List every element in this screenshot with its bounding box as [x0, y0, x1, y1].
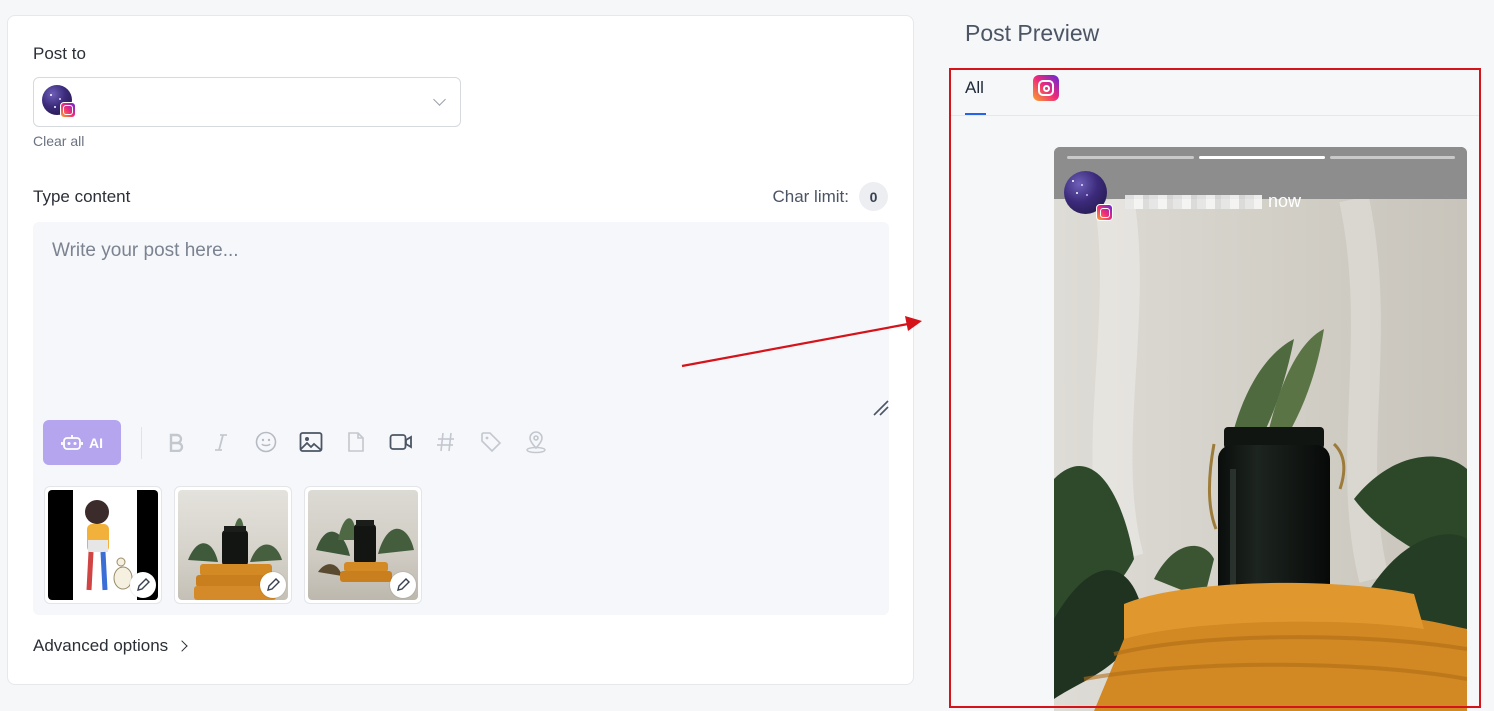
story-preview: now	[1054, 147, 1467, 711]
tab-instagram[interactable]	[1033, 75, 1059, 101]
post-to-label: Post to	[33, 44, 86, 63]
story-account-name: now	[1125, 191, 1301, 212]
instagram-badge-icon	[60, 102, 76, 118]
media-thumbnail[interactable]	[174, 486, 292, 604]
tabs-divider	[950, 115, 1480, 116]
bold-icon[interactable]	[163, 429, 189, 455]
edit-pen-icon[interactable]	[260, 572, 286, 598]
account-select[interactable]	[33, 77, 461, 127]
edit-pen-icon[interactable]	[390, 572, 416, 598]
story-photo	[1054, 199, 1467, 711]
location-icon[interactable]	[523, 429, 549, 455]
advanced-options-label: Advanced options	[33, 636, 169, 655]
ai-assistant-button[interactable]: AI	[43, 420, 121, 465]
char-limit-label: Char limit:	[772, 186, 849, 206]
image-icon[interactable]	[298, 429, 324, 455]
type-content-label: Type content	[33, 187, 131, 206]
hashtag-icon[interactable]	[433, 429, 459, 455]
tab-all[interactable]: All	[965, 78, 984, 98]
instagram-icon	[1038, 80, 1054, 96]
video-icon[interactable]	[388, 429, 414, 455]
document-icon[interactable]	[343, 429, 369, 455]
advanced-options-toggle[interactable]: Advanced options	[33, 636, 188, 656]
char-limit: Char limit: 0	[772, 182, 888, 211]
toolbar-divider	[141, 427, 142, 459]
media-thumbnail[interactable]	[304, 486, 422, 604]
post-textarea[interactable]	[33, 222, 889, 412]
story-progress-bar	[1330, 156, 1455, 159]
tag-icon[interactable]	[478, 429, 504, 455]
resize-handle-icon[interactable]	[872, 399, 890, 417]
italic-icon[interactable]	[208, 429, 234, 455]
story-timestamp: now	[1268, 191, 1302, 211]
instagram-badge-icon	[1096, 204, 1113, 221]
chevron-down-icon[interactable]	[433, 93, 446, 106]
emoji-icon[interactable]	[253, 429, 279, 455]
chevron-right-icon	[176, 640, 188, 652]
composer-card: Post to Clear all Type content Char limi…	[7, 15, 914, 685]
active-tab-indicator	[965, 113, 986, 115]
edit-pen-icon[interactable]	[130, 572, 156, 598]
story-progress-bar-active	[1199, 156, 1325, 159]
blurred-username	[1125, 194, 1262, 209]
post-editor: AI	[33, 222, 889, 615]
ai-button-label: AI	[89, 434, 103, 451]
robot-icon	[61, 434, 83, 450]
preview-title: Post Preview	[965, 20, 1100, 46]
media-thumbnail[interactable]	[44, 486, 162, 604]
story-progress-bar	[1067, 156, 1194, 159]
clear-all-link[interactable]: Clear all	[33, 133, 84, 149]
char-count-badge: 0	[859, 182, 888, 211]
